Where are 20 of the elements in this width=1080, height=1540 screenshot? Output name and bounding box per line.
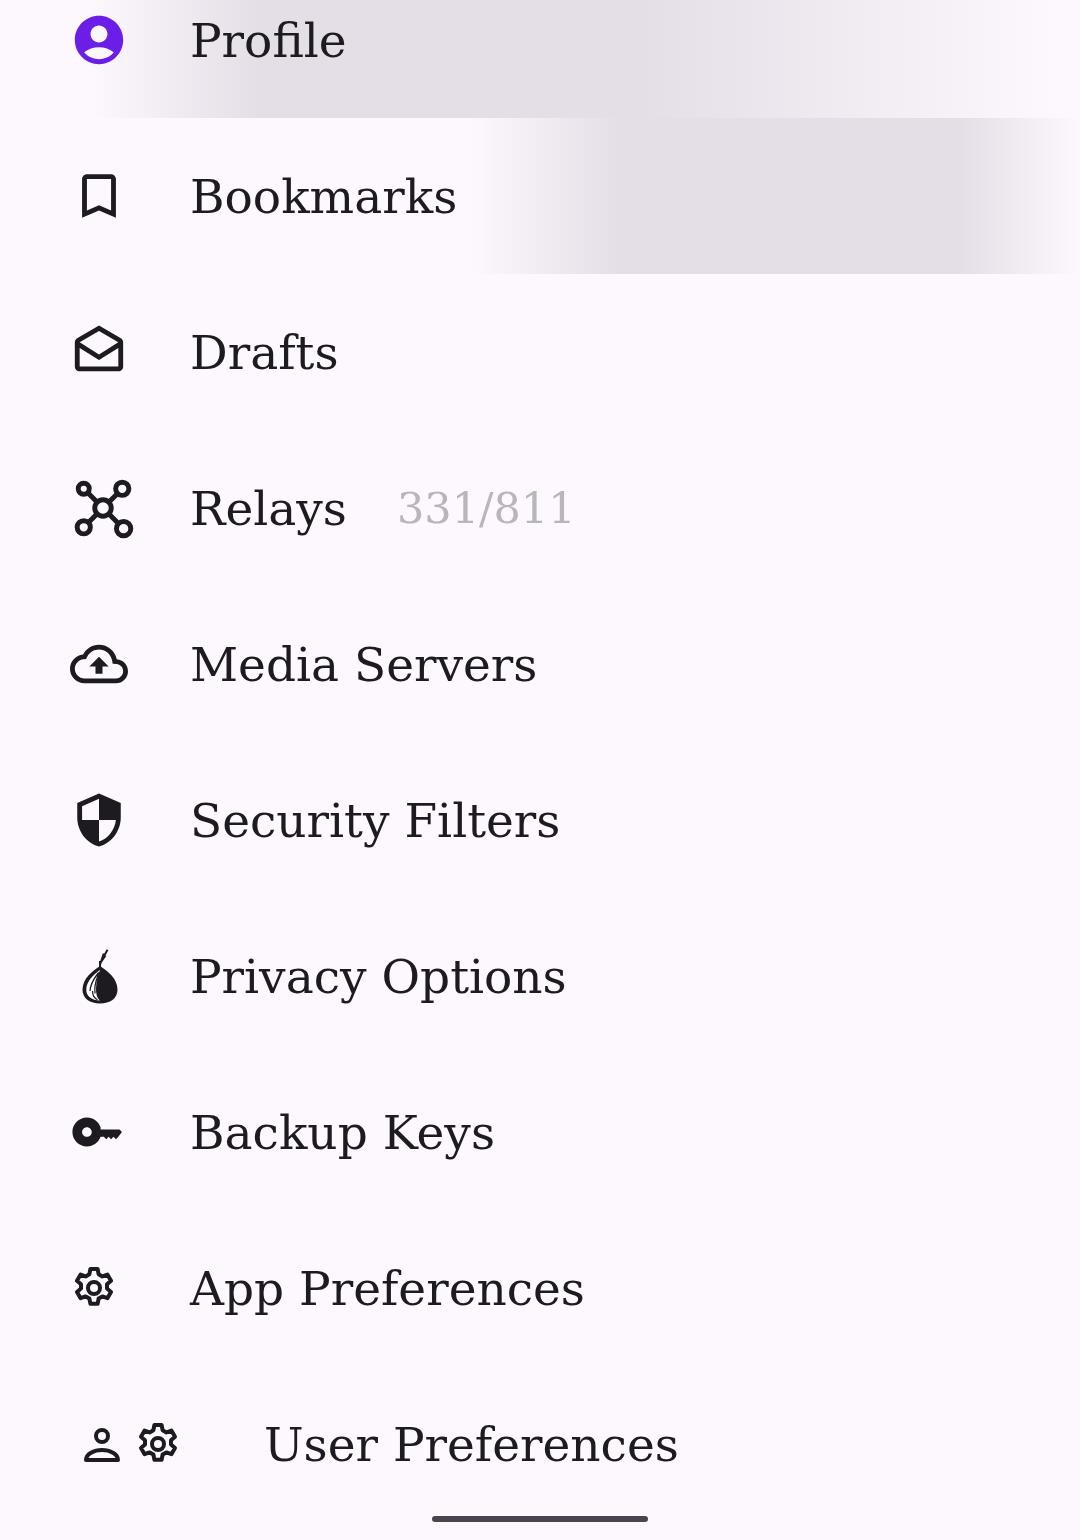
- menu-item-label: User Preferences: [264, 1416, 679, 1472]
- menu-item[interactable]: Backup Keys: [0, 1054, 1080, 1210]
- relay-count: 331/811: [396, 483, 576, 533]
- menu-item-label: Bookmarks: [190, 168, 458, 224]
- menu-item-label: Media Servers: [190, 636, 538, 692]
- menu-item-label: Backup Keys: [190, 1104, 495, 1160]
- menu-item-label: Profile: [190, 12, 347, 68]
- menu-item[interactable]: Drafts: [0, 274, 1080, 430]
- menu-item-label: Relays: [190, 480, 347, 536]
- menu-item-label: Privacy Options: [190, 948, 567, 1004]
- menu-item[interactable]: Privacy Options: [0, 898, 1080, 1054]
- menu-item[interactable]: Relays 331/811: [0, 430, 1080, 586]
- menu-item-label: Security Filters: [190, 792, 561, 848]
- menu-item[interactable]: App Preferences: [0, 1210, 1080, 1366]
- menu-item-label: App Preferences: [190, 1260, 585, 1316]
- menu-item[interactable]: User Preferences: [0, 1366, 1080, 1522]
- menu-item-label: Drafts: [190, 324, 339, 380]
- menu-item[interactable]: Media Servers: [0, 586, 1080, 742]
- home-indicator[interactable]: [432, 1516, 648, 1522]
- menu-item[interactable]: Security Filters: [0, 742, 1080, 898]
